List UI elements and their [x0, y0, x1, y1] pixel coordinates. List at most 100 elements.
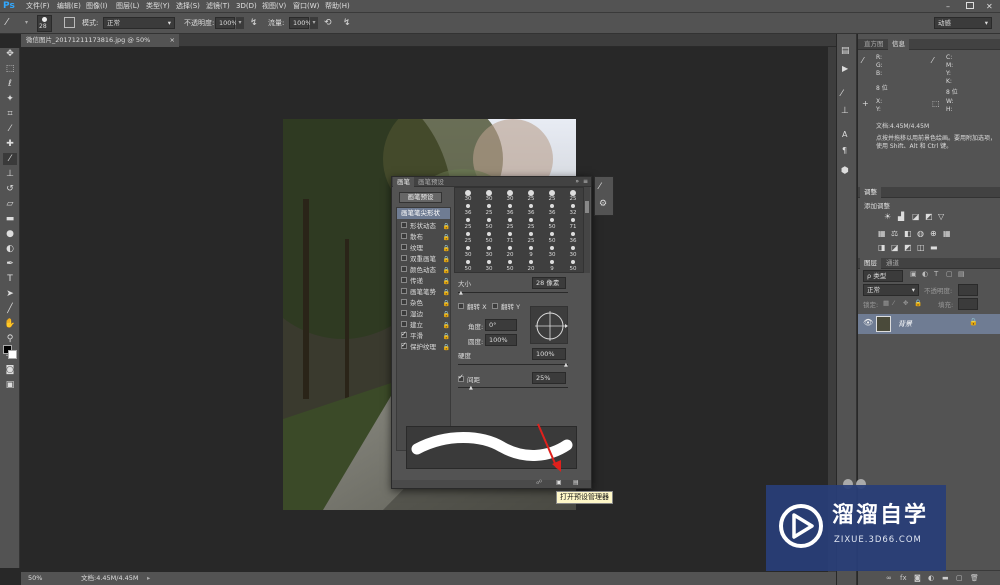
spacing-checkbox[interactable]: 间距 — [458, 373, 480, 384]
flow-field[interactable]: 100% — [289, 17, 312, 29]
adjustment-layer-icon[interactable]: ◐ — [928, 574, 934, 582]
brush-settings-icon[interactable]: ⚙ — [599, 199, 607, 209]
character-panel-icon[interactable]: A — [842, 130, 847, 139]
lock-icon[interactable]: 🔒 — [443, 265, 450, 276]
brush-tip-cell[interactable]: 9 — [542, 260, 562, 273]
eyedropper-tool-icon[interactable]: ⁄ — [3, 123, 17, 135]
brush-tip-cell[interactable]: 30 — [542, 246, 562, 259]
brush-tip-cell[interactable]: 30 — [479, 246, 499, 259]
close-window-icon[interactable]: ✕ — [986, 0, 993, 13]
brush-tip-cell[interactable]: 25 — [542, 190, 562, 203]
brush-tip-cell[interactable]: 9 — [521, 246, 541, 259]
blur-tool-icon[interactable]: ● — [3, 228, 17, 240]
brush-tip-cell[interactable]: 25 — [500, 218, 520, 231]
actions-panel-icon[interactable]: ▶ — [842, 64, 848, 73]
tab-info[interactable]: 信息 — [888, 39, 909, 50]
history-brush-tool-icon[interactable]: ↺ — [3, 183, 17, 195]
pen-tool-icon[interactable]: ✒ — [3, 258, 17, 270]
spacing-slider-handle[interactable]: ▲ — [469, 385, 473, 391]
new-group-icon[interactable]: ▬ — [942, 574, 949, 582]
clone-stamp-tool-icon[interactable]: ⊥ — [3, 168, 17, 180]
brush-option-checkbox[interactable] — [401, 266, 407, 272]
menu-file[interactable]: 文件(F) — [26, 0, 50, 13]
quick-mask-icon[interactable]: ◙ — [3, 364, 17, 376]
brush-option-item[interactable]: 画笔笔势 🔒 — [401, 287, 451, 298]
tab-layers[interactable]: 图层 — [860, 258, 881, 269]
size-field[interactable]: 28 像素 — [532, 277, 566, 289]
gradient-tool-icon[interactable]: ▬ — [3, 213, 17, 225]
brush-tip-cell[interactable]: 36 — [500, 204, 520, 217]
collapse-icon[interactable]: » — [575, 177, 579, 187]
clone-source-panel-icon[interactable]: ⊥ — [841, 106, 849, 116]
brush-tip-cell[interactable]: 30 — [500, 190, 520, 203]
lasso-tool-icon[interactable]: ℓ — [3, 78, 17, 90]
add-mask-icon[interactable]: ◙ — [914, 574, 921, 582]
filter-type-icon[interactable]: T — [934, 270, 938, 278]
lock-icon[interactable]: 🔒 — [443, 287, 450, 298]
opacity-dropdown-icon[interactable]: ▾ — [236, 17, 244, 29]
chevron-down-icon[interactable]: ▾ — [25, 19, 28, 26]
zoom-level[interactable]: 50% — [28, 572, 42, 585]
flip-y-checkbox[interactable]: 翻转 Y — [492, 301, 520, 311]
angle-field[interactable]: 0° — [485, 319, 517, 331]
new-brush-icon[interactable]: ▤ — [573, 479, 579, 486]
brush-angle-widget[interactable] — [530, 306, 568, 344]
filter-pixel-icon[interactable]: ▣ — [910, 270, 917, 278]
3d-panel-icon[interactable]: ⬢ — [841, 166, 849, 176]
color-balance-icon[interactable]: ⚖ — [891, 229, 898, 238]
mode-select[interactable]: 正常 ▾ — [103, 17, 175, 29]
brush-tip-cell[interactable]: 30 — [458, 246, 478, 259]
size-slider-handle[interactable]: ▲ — [459, 290, 463, 296]
brush-tip-cell[interactable]: 71 — [563, 218, 583, 231]
brush-option-checkbox[interactable] — [401, 233, 407, 239]
flip-x-checkbox[interactable]: 翻转 X — [458, 301, 487, 311]
lock-icon[interactable]: 🔒 — [443, 309, 450, 320]
brush-option-checkbox[interactable] — [401, 288, 407, 294]
pressure-size-icon[interactable]: ↯ — [343, 17, 351, 29]
menu-3d[interactable]: 3D(D) — [236, 0, 257, 13]
preset-manager-icon[interactable]: ▣ — [556, 479, 562, 486]
brush-option-item[interactable]: 平滑 🔒 — [401, 329, 451, 342]
filter-shape-icon[interactable]: ▢ — [946, 270, 953, 278]
document-tab[interactable]: 微信图片_20171211173816.jpg @ 50%(RGB/8#) × — [21, 34, 179, 57]
brush-tip-cell[interactable]: 25 — [458, 232, 478, 245]
hand-tool-icon[interactable]: ✋ — [3, 318, 17, 330]
lock-icon[interactable]: 🔒 — [443, 342, 450, 353]
brush-grid-scrollbar[interactable] — [584, 187, 590, 273]
brush-option-checkbox[interactable] — [401, 244, 407, 250]
toggle-brush-panel-icon[interactable] — [64, 17, 75, 28]
brush-tip-cell[interactable]: 25 — [521, 190, 541, 203]
brush-tip-cell[interactable]: 30 — [479, 260, 499, 273]
brush-tip-cell[interactable]: 25 — [479, 204, 499, 217]
menu-filter[interactable]: 滤镜(T) — [206, 0, 230, 13]
history-panel-icon[interactable]: ▤ — [841, 46, 850, 56]
menu-edit[interactable]: 编辑(E) — [57, 0, 81, 13]
filter-smart-object-icon[interactable]: ▤ — [958, 270, 965, 278]
brightness-contrast-icon[interactable]: ☀ — [884, 212, 891, 221]
hardness-field[interactable]: 100% — [532, 348, 566, 360]
vibrance-icon[interactable]: ▽ — [938, 212, 944, 221]
lock-pixels-icon[interactable]: ⁄ — [893, 299, 894, 307]
brush-option-item[interactable]: 保护纹理 🔒 — [401, 340, 451, 353]
brush-tip-cell[interactable]: 25 — [458, 218, 478, 231]
brush-tip-cell[interactable]: 50 — [458, 260, 478, 273]
channel-mixer-icon[interactable]: ⊕ — [930, 229, 937, 238]
lock-transparent-icon[interactable]: ▦ — [883, 299, 889, 307]
brush-tool-icon[interactable]: ⁄ — [3, 153, 17, 165]
flow-dropdown-icon[interactable]: ▾ — [310, 17, 318, 29]
brush-option-checkbox[interactable] — [401, 329, 407, 340]
layer-style-icon[interactable]: fx — [900, 574, 907, 582]
opacity-field[interactable]: 100% — [215, 17, 238, 29]
gradient-map-icon[interactable]: ▬ — [930, 243, 938, 252]
marquee-tool-icon[interactable]: ⬚ — [3, 63, 17, 75]
brush-tip-cell[interactable]: 36 — [542, 204, 562, 217]
brush-option-item[interactable]: 颜色动态 🔒 — [401, 265, 451, 276]
roundness-field[interactable]: 100% — [485, 334, 517, 346]
pressure-opacity-icon[interactable]: ↯ — [250, 17, 258, 29]
brush-option-checkbox[interactable] — [401, 310, 407, 316]
brush-option-checkbox[interactable] — [401, 255, 407, 261]
trash-icon[interactable]: 🗑 — [970, 574, 979, 582]
spacing-slider-track[interactable] — [458, 387, 568, 388]
path-selection-tool-icon[interactable]: ➤ — [3, 288, 17, 300]
black-white-icon[interactable]: ◧ — [904, 229, 912, 238]
